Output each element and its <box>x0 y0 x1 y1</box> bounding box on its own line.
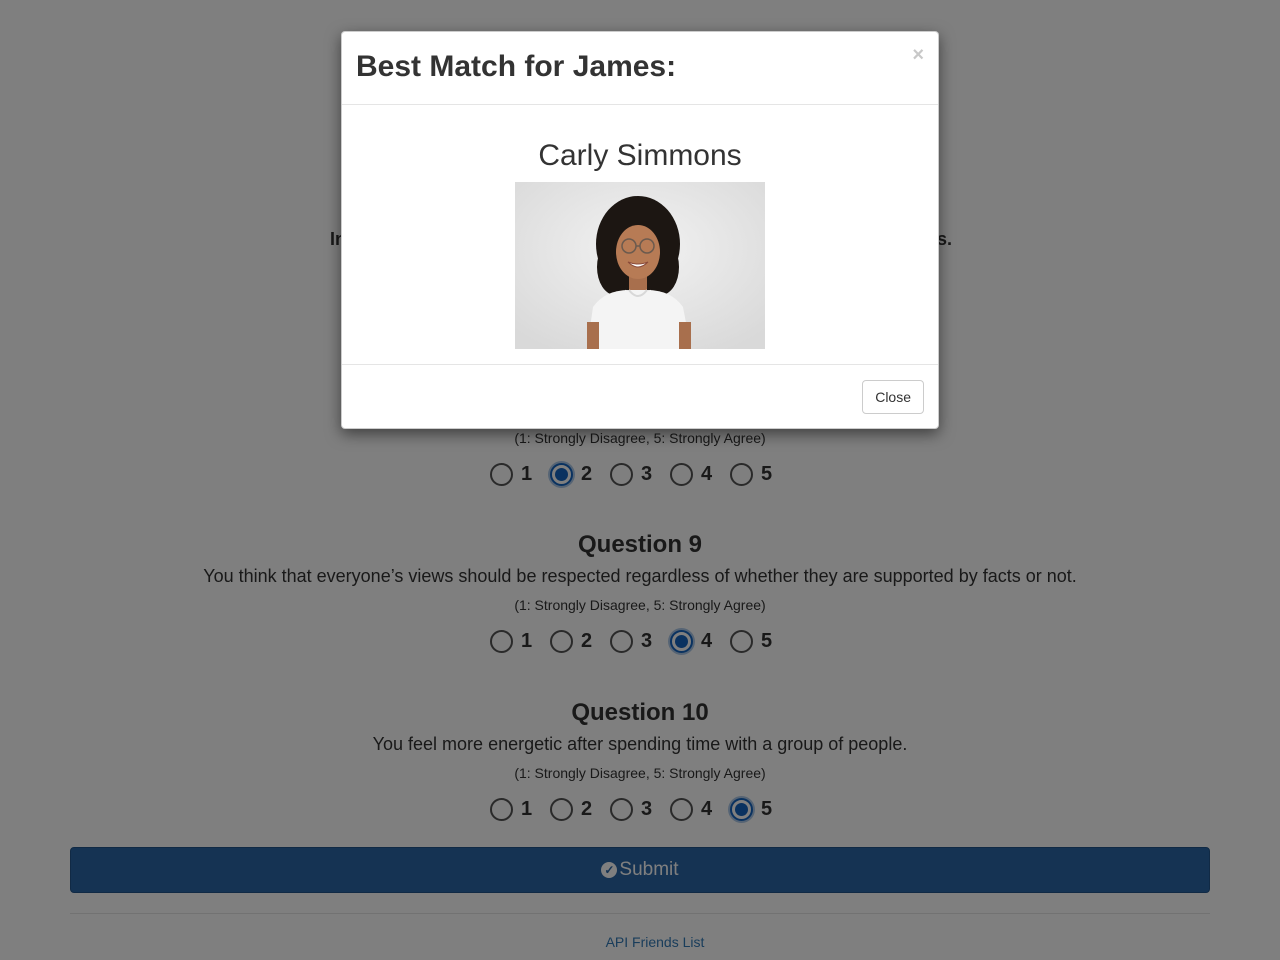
modal-title: Best Match for James: <box>356 50 677 83</box>
match-photo <box>515 182 765 349</box>
match-name: Carly Simmons <box>538 139 742 172</box>
best-match-modal: Best Match for James: × Carly Simmons Cl… <box>341 31 939 429</box>
modal-header: Best Match for James: × <box>342 32 938 105</box>
modal-footer: Close <box>342 364 938 429</box>
close-icon[interactable]: × <box>912 44 924 67</box>
survey-page: In s. (1: Strongly Disagree, 5: Strongly… <box>0 0 1280 960</box>
modal-body: Carly Simmons <box>342 105 938 364</box>
close-button[interactable]: Close <box>862 380 924 414</box>
